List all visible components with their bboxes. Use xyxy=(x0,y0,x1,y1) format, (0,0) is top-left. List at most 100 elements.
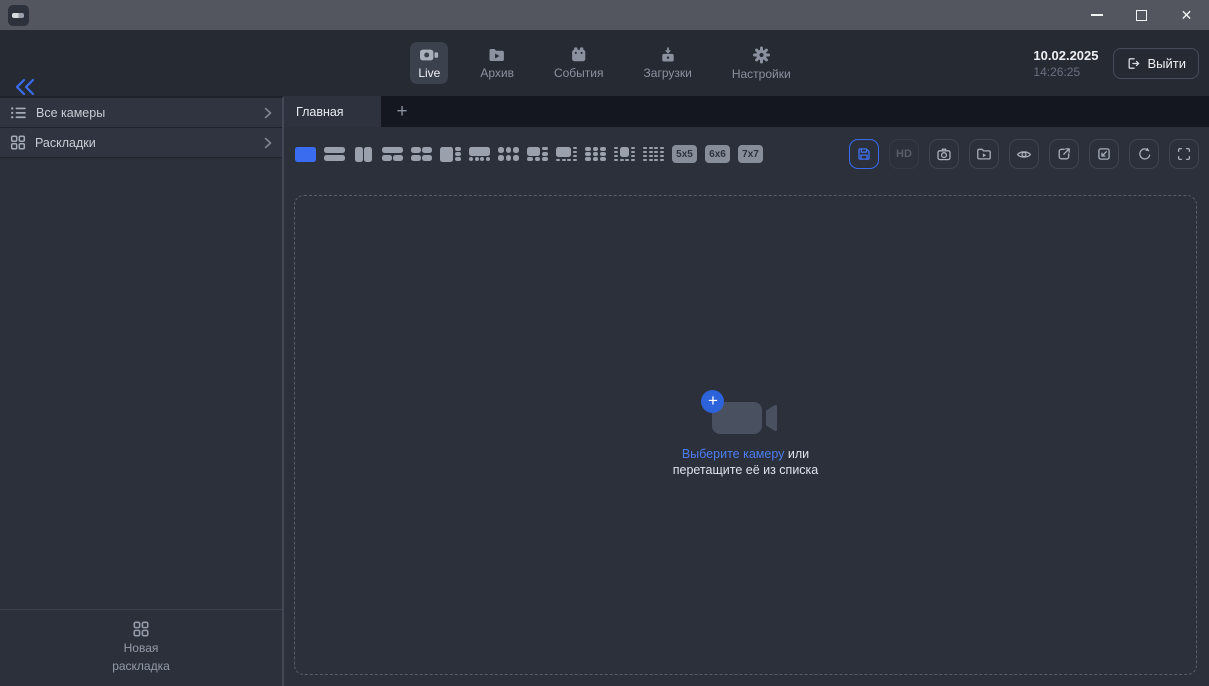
layout-cell xyxy=(600,157,606,161)
chevron-right-icon xyxy=(264,137,272,149)
maximize-button[interactable] xyxy=(1119,0,1164,30)
layout-7x7-button[interactable]: 7x7 xyxy=(738,145,763,163)
layout-cell xyxy=(527,157,533,161)
fullscreen-icon xyxy=(1176,146,1192,162)
grid-icon xyxy=(10,135,26,150)
layout-cell xyxy=(486,157,490,161)
empty-state: + Выберите камеру или перетащите её из с… xyxy=(673,393,819,478)
layout-buttons-group: 5x5 6x6 7x7 xyxy=(295,145,763,163)
download-box-icon xyxy=(659,47,677,63)
photo-camera-icon xyxy=(936,146,952,163)
header-right: 10.02.2025 14:26:25 Выйти xyxy=(1033,30,1199,96)
video-camera-plus-icon: + xyxy=(711,393,779,437)
layout-cell xyxy=(600,152,606,156)
layout-cell xyxy=(660,155,664,158)
layout-3x2-button[interactable] xyxy=(498,147,519,162)
layout-cell xyxy=(631,159,635,162)
events-icon xyxy=(570,47,588,63)
layout-cell xyxy=(614,155,618,158)
toolbar: 5x5 6x6 7x7 HD xyxy=(284,127,1209,181)
layout-2x2-button[interactable] xyxy=(411,147,432,162)
layout-cell xyxy=(593,152,599,156)
layout-cell xyxy=(411,155,421,162)
layout-cell xyxy=(382,155,392,162)
title-bar: ✕ xyxy=(0,0,1209,30)
layout-cell xyxy=(585,147,591,151)
fullscreen-button[interactable] xyxy=(1169,139,1199,169)
layout-4x4-button[interactable] xyxy=(643,147,664,162)
add-tab-button[interactable]: + xyxy=(381,96,423,127)
layout-3x3-button[interactable] xyxy=(585,147,606,162)
hd-label: HD xyxy=(896,148,912,160)
sidebar-item-all-cameras[interactable]: Все камеры xyxy=(0,98,282,128)
action-buttons-group: HD xyxy=(849,139,1199,169)
layout-1-plus-7-button[interactable] xyxy=(556,147,577,162)
hd-toggle-button[interactable]: HD xyxy=(889,139,919,169)
layout-cell xyxy=(498,155,504,162)
nav-label: Live xyxy=(418,66,440,80)
select-camera-link[interactable]: Выберите камеру xyxy=(682,447,785,461)
layout-1x1-button[interactable] xyxy=(295,147,316,162)
nav-item-live[interactable]: Live xyxy=(410,42,448,84)
layout-6x6-button[interactable]: 6x6 xyxy=(705,145,730,163)
nav-item-events[interactable]: События xyxy=(546,42,612,84)
layout-cell xyxy=(643,147,647,150)
time-text: 14:26:25 xyxy=(1033,65,1098,79)
layout-cell xyxy=(585,152,591,156)
sidebar-item-label: Раскладки xyxy=(35,136,96,150)
layout-cell xyxy=(455,152,461,156)
layout-cell xyxy=(654,151,658,154)
layout-cell xyxy=(593,157,599,161)
records-folder-button[interactable] xyxy=(969,139,999,169)
layout-cell xyxy=(620,147,630,158)
view-button[interactable] xyxy=(1009,139,1039,169)
app-logo-icon[interactable] xyxy=(8,5,29,26)
nav-item-archive[interactable]: Архив xyxy=(472,42,522,84)
layout-1-left-3-right-button[interactable] xyxy=(440,147,461,162)
layout-2-rows-button[interactable] xyxy=(324,147,345,162)
folder-play-icon xyxy=(488,47,506,63)
layout-cell xyxy=(614,151,618,154)
layout-cell xyxy=(649,155,653,158)
new-layout-button[interactable]: Новая раскладка xyxy=(0,609,282,686)
export-button[interactable] xyxy=(1049,139,1079,169)
sidebar: Все камеры Раскладки Новая раскладка xyxy=(0,96,284,686)
add-camera-plus-badge[interactable]: + xyxy=(701,390,724,413)
chevron-right-icon xyxy=(264,107,272,119)
layout-1-top-2-bottom-button[interactable] xyxy=(382,147,403,162)
layout-cell xyxy=(411,147,421,154)
logout-label: Выйти xyxy=(1148,56,1187,71)
layout-cell xyxy=(295,147,316,162)
plus-icon: + xyxy=(396,101,407,123)
sidebar-item-layouts[interactable]: Раскладки xyxy=(0,128,282,158)
folder-play-icon xyxy=(976,146,992,162)
nav-item-settings[interactable]: Настройки xyxy=(724,41,799,85)
layout-2-cols-button[interactable] xyxy=(353,147,374,162)
camera-drop-zone[interactable]: + Выберите камеру или перетащите её из с… xyxy=(294,195,1197,675)
save-layout-button[interactable] xyxy=(849,139,879,169)
eye-icon xyxy=(1016,146,1032,163)
layout-cell xyxy=(614,159,618,162)
close-button[interactable]: ✕ xyxy=(1164,0,1209,30)
layout-5x5-button[interactable]: 5x5 xyxy=(672,145,697,163)
collapse-view-button[interactable] xyxy=(1089,139,1119,169)
layout-1-center-plus-10-button[interactable] xyxy=(614,147,635,162)
screenshot-button[interactable] xyxy=(929,139,959,169)
nav-label: События xyxy=(554,66,604,80)
video-camera-icon xyxy=(419,47,439,63)
layout-cell xyxy=(513,155,519,162)
layout-cell xyxy=(649,151,653,154)
window-controls: ✕ xyxy=(1074,0,1209,30)
date-text: 10.02.2025 xyxy=(1033,48,1098,63)
export-icon xyxy=(1056,146,1072,162)
layout-1-plus-5-button[interactable] xyxy=(527,147,548,162)
nav-item-downloads[interactable]: Загрузки xyxy=(636,42,700,84)
tab-main[interactable]: Главная xyxy=(284,96,381,127)
refresh-button[interactable] xyxy=(1129,139,1159,169)
minimize-button[interactable] xyxy=(1074,0,1119,30)
nav-label: Загрузки xyxy=(644,66,692,80)
layout-cell xyxy=(440,147,453,162)
layout-cell xyxy=(480,157,484,161)
logout-button[interactable]: Выйти xyxy=(1113,48,1200,79)
layout-1-top-4-bottom-button[interactable] xyxy=(469,147,490,162)
